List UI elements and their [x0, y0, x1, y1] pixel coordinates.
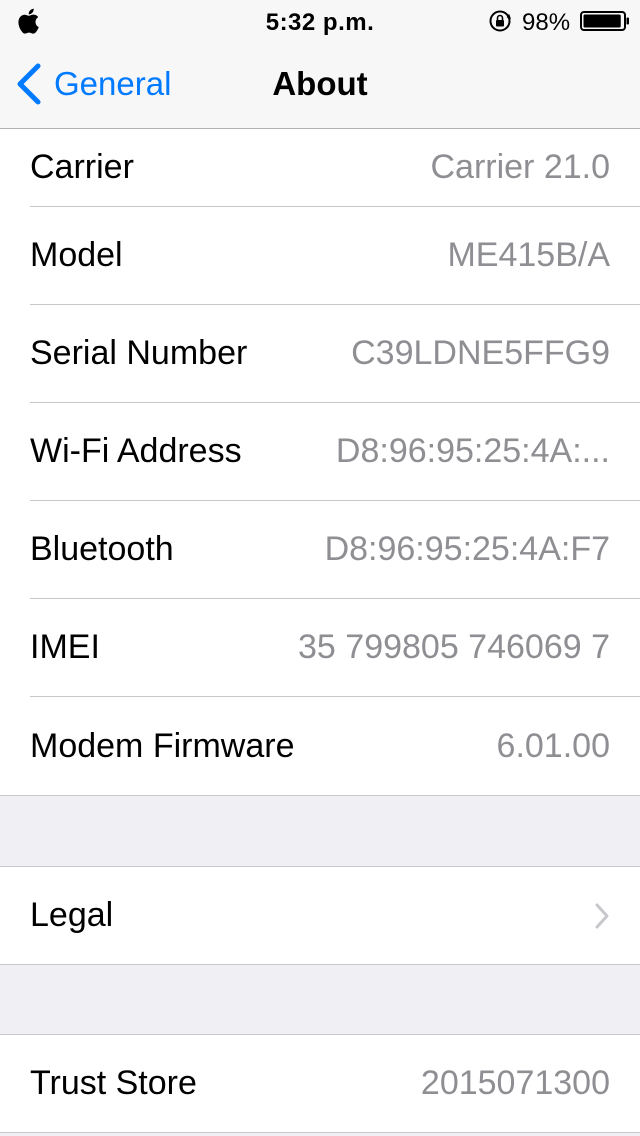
row-value: ME415B/A	[447, 236, 610, 274]
list-row-wifi-address: Wi-Fi Address D8:96:95:25:4A:...	[30, 403, 640, 501]
row-value: C39LDNE5FFG9	[351, 334, 610, 372]
row-label: Serial Number	[30, 334, 248, 372]
page-title: About	[272, 65, 368, 102]
device-info-list: Carrier Carrier 21.0 Model ME415B/A Seri…	[0, 129, 640, 796]
chevron-right-icon	[595, 903, 609, 928]
row-label: IMEI	[30, 628, 100, 666]
row-value: 35 799805 746069 7	[298, 628, 610, 666]
row-label: Bluetooth	[30, 530, 174, 568]
row-value: D8:96:95:25:4A:...	[335, 432, 610, 470]
list-row-serial-number: Serial Number C39LDNE5FFG9	[30, 305, 640, 403]
row-value: D8:96:95:25:4A:F7	[324, 530, 610, 568]
legal-row[interactable]: Legal	[30, 867, 640, 964]
row-value: Carrier 21.0	[430, 148, 610, 186]
list-row-model[interactable]: Model ME415B/A	[30, 207, 640, 305]
list-row-imei: IMEI 35 799805 746069 7	[30, 599, 640, 697]
trust-store-row: Trust Store 2015071300	[30, 1035, 640, 1132]
trust-store-group: Trust Store 2015071300	[0, 1034, 640, 1133]
trust-store-label: Trust Store	[30, 1064, 197, 1102]
legal-group: Legal	[0, 866, 640, 965]
battery-percentage: 98%	[522, 9, 571, 36]
row-label: Model	[30, 236, 123, 274]
row-label: Modem Firmware	[30, 726, 295, 765]
orientation-lock-icon	[489, 10, 511, 32]
list-row-carrier: Carrier Carrier 21.0	[30, 129, 640, 207]
trust-store-value: 2015071300	[420, 1064, 610, 1102]
battery-icon	[580, 11, 629, 31]
navigation-bar: General About	[0, 40, 640, 129]
list-row-bluetooth: Bluetooth D8:96:95:25:4A:F7	[30, 501, 640, 599]
status-bar: 5:32 p.m. 98%	[0, 0, 640, 40]
legal-label: Legal	[30, 896, 114, 934]
settings-about-screen: 5:32 p.m. 98% General About Carrier Carr…	[0, 0, 640, 1136]
row-label: Carrier	[30, 148, 134, 186]
list-row-modem-firmware: Modem Firmware 6.01.00	[30, 697, 640, 795]
row-label: Wi-Fi Address	[30, 432, 242, 470]
row-value: 6.01.00	[496, 726, 610, 765]
